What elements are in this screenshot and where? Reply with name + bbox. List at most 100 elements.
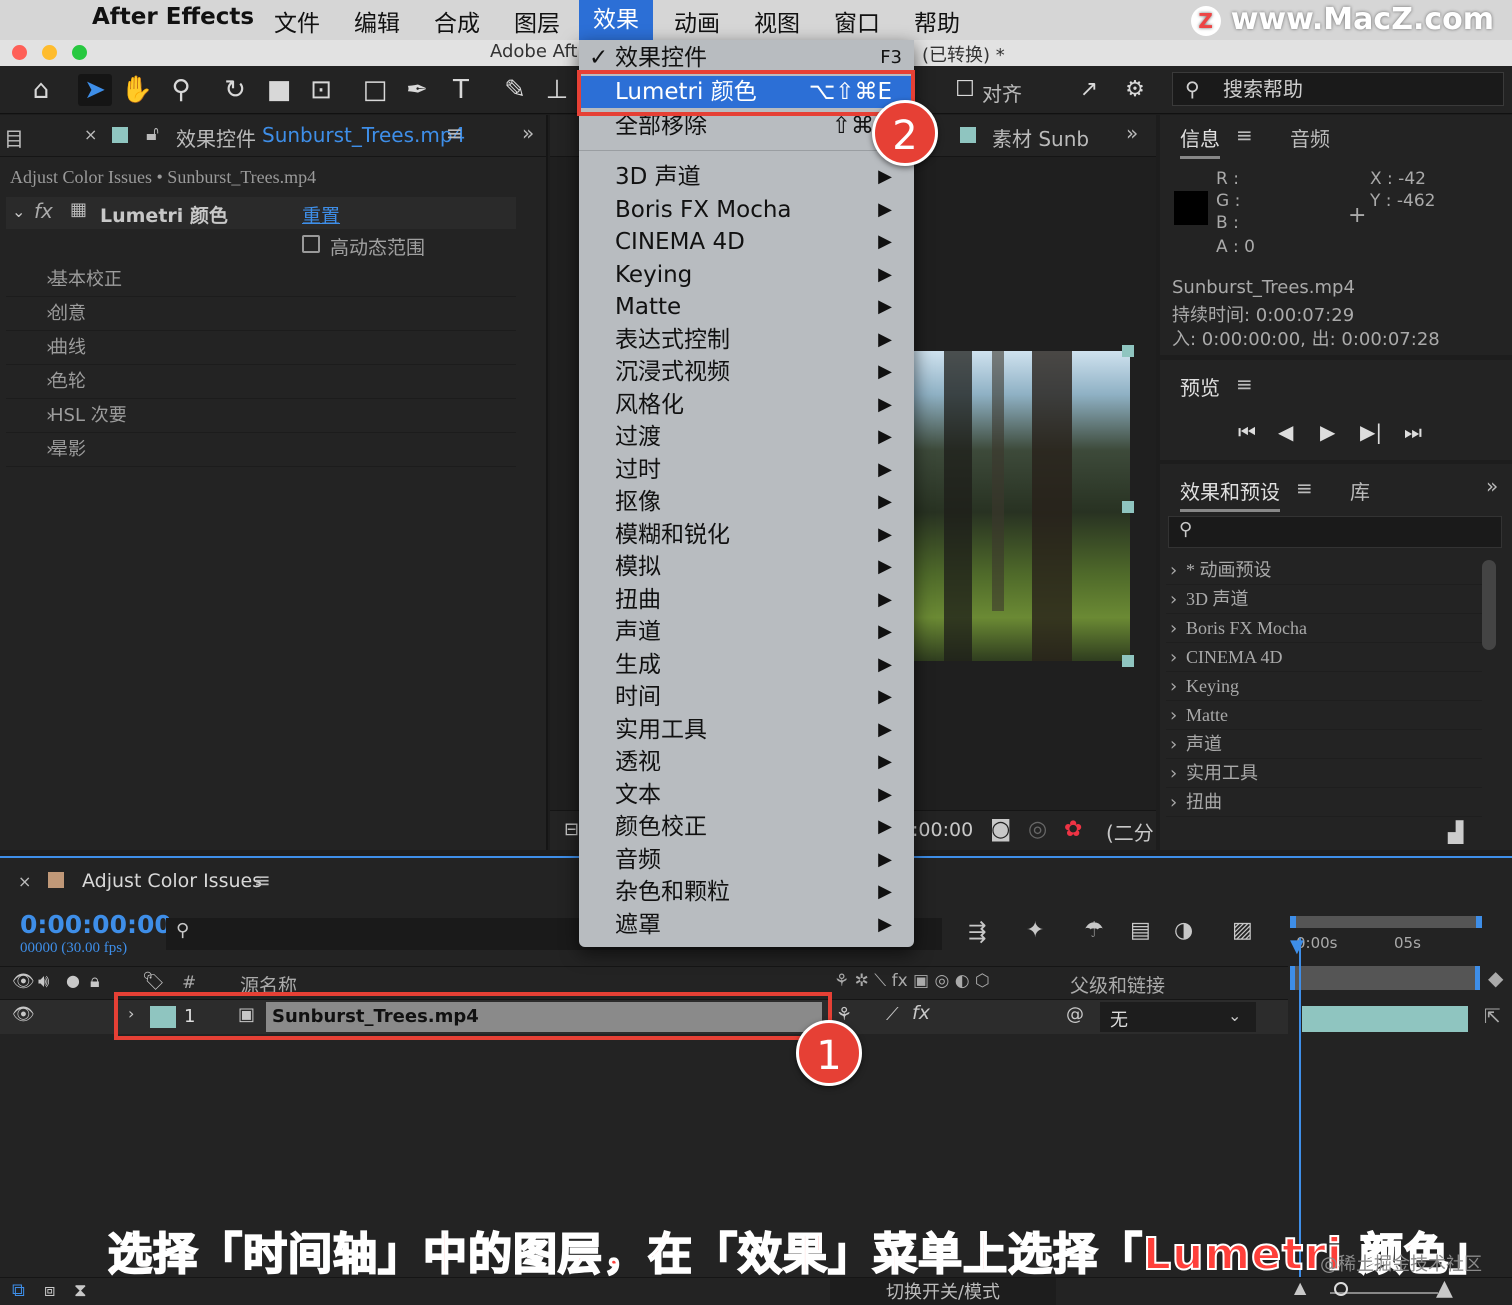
playhead-marker-icon[interactable]: ▼ (1290, 936, 1304, 957)
type-tool-icon[interactable]: T (444, 74, 478, 106)
library-tab[interactable]: 库 (1350, 476, 1370, 505)
motion-blur-icon[interactable]: ◑ (1174, 918, 1193, 943)
frame-blending-icon[interactable]: ▤ (1130, 918, 1151, 943)
preset-item[interactable]: › Keying (1166, 672, 1482, 701)
effects-scrollbar[interactable] (1482, 560, 1496, 650)
expand-chevron-icon[interactable]: › (1170, 701, 1177, 730)
hand-tool-icon[interactable]: ✋ (120, 74, 154, 106)
align-checkbox-icon[interactable]: ☐ (948, 74, 982, 106)
resolution-dropdown[interactable]: (二分 (1106, 817, 1154, 846)
panel-menu-icon[interactable]: 目 (4, 123, 24, 152)
search-help-field[interactable]: ⚲ 搜索帮助 (1172, 72, 1504, 106)
menu-category[interactable]: 过渡 ▶ (579, 421, 914, 453)
menu-category[interactable]: 透视 ▶ (579, 746, 914, 778)
tab-menu-icon[interactable]: ≡ (446, 121, 463, 145)
menu-category[interactable]: 3D 声道 ▶ (579, 161, 914, 193)
menu-category[interactable]: Matte ▶ (579, 291, 914, 323)
zoom-slider-handle[interactable] (1334, 1282, 1348, 1296)
pan-behind-tool-icon[interactable]: ⊡ (304, 74, 338, 106)
menu-category[interactable]: 杂色和颗粒 ▶ (579, 876, 914, 908)
menu-category[interactable]: 遮罩 ▶ (579, 909, 914, 941)
menu-category[interactable]: 扭曲 ▶ (579, 584, 914, 616)
menu-category[interactable]: 模糊和锐化 ▶ (579, 519, 914, 551)
lock-icon[interactable]: 🔓︎ (146, 121, 159, 145)
preset-item[interactable]: › 实用工具 (1166, 759, 1482, 788)
lock-toggle-icon[interactable]: 🔒︎ (90, 971, 100, 992)
close-tab-icon[interactable]: × (84, 125, 97, 144)
menu-category[interactable]: Keying ▶ (579, 259, 914, 291)
render-time-icon[interactable]: ⧗ (74, 1280, 87, 1301)
solo-toggle-icon[interactable]: ● (66, 971, 80, 990)
label-tag-icon[interactable]: 🏷︎ (142, 971, 165, 992)
video-toggle-icon[interactable]: 👁︎ (12, 971, 35, 992)
time-navigator[interactable] (1290, 966, 1480, 990)
show-snapshot-icon[interactable]: ◎ (1028, 817, 1047, 842)
menu-category[interactable]: 过时 ▶ (579, 454, 914, 486)
menu-window[interactable]: 窗口 (834, 4, 880, 38)
zoom-tool-icon[interactable]: ⚲ (164, 74, 198, 106)
close-window-button[interactable] (12, 45, 27, 60)
preview-menu-icon[interactable]: ≡ (1236, 372, 1253, 396)
close-tab-icon[interactable]: × (18, 872, 31, 891)
menu-animation[interactable]: 动画 (674, 4, 720, 38)
preset-item[interactable]: › * 动画预设 (1166, 556, 1482, 585)
menu-category[interactable]: 沉浸式视频 ▶ (579, 356, 914, 388)
collapse-chevron-icon[interactable]: ⌄ (12, 202, 25, 221)
comp-tab-menu-icon[interactable]: ≡ (254, 868, 271, 892)
parent-dropdown[interactable]: 无 ⌄ (1100, 1002, 1256, 1032)
expand-chevron-icon[interactable]: › (1170, 788, 1177, 817)
last-frame-icon[interactable]: ⏭ (1404, 420, 1422, 444)
rotate-tool-icon[interactable]: ↻ (218, 74, 252, 106)
snap-icon[interactable]: ↗ (1072, 74, 1106, 106)
pickwhip-icon[interactable]: @ (1066, 1004, 1084, 1025)
audio-tab[interactable]: 音频 (1290, 123, 1330, 152)
expand-chevron-icon[interactable]: › (46, 263, 53, 297)
fx-icon[interactable]: fx (34, 199, 53, 223)
graph-editor-icon[interactable]: ▨ (1232, 918, 1253, 943)
next-frame-icon[interactable]: ▶| (1360, 420, 1382, 444)
effects-presets-tab[interactable]: 效果和预设 (1180, 476, 1280, 512)
effects-search-input[interactable]: ⚲ (1168, 516, 1502, 548)
lumetri-section-curves[interactable]: › 曲线 (6, 331, 516, 365)
footage-tab-label[interactable]: 素材 Sunb (992, 123, 1089, 152)
comp-marker-bin-icon[interactable]: ◆ (1488, 966, 1503, 990)
lumetri-section-color-wheels[interactable]: › 色轮 (6, 365, 516, 399)
expand-chevron-icon[interactable]: › (46, 365, 53, 399)
selection-tool-icon[interactable]: ➤ (78, 74, 112, 106)
expand-chevron-icon[interactable]: › (1170, 614, 1177, 643)
previous-frame-icon[interactable]: ◀ (1278, 420, 1293, 444)
pen-tool-icon[interactable]: ✒ (400, 74, 434, 106)
zoom-window-button[interactable] (72, 45, 87, 60)
comp-button-icon[interactable]: ⇱ (1484, 1004, 1501, 1028)
expand-chevron-icon[interactable]: › (1170, 585, 1177, 614)
expand-chevron-icon[interactable]: › (46, 331, 53, 365)
comp-mini-flowchart-icon[interactable]: ⇶ (968, 920, 986, 945)
menu-category[interactable]: 音频 ▶ (579, 844, 914, 876)
menu-file[interactable]: 文件 (274, 4, 320, 38)
effect-controls-tab-label[interactable]: 效果控件 (176, 123, 256, 152)
preset-item[interactable]: › Matte (1166, 701, 1482, 730)
hdr-checkbox[interactable] (302, 235, 320, 253)
menu-category[interactable]: 时间 ▶ (579, 681, 914, 713)
viewer-timecode[interactable]: :00:00 (912, 819, 973, 841)
work-area-bar[interactable] (1290, 916, 1482, 928)
menu-category[interactable]: 模拟 ▶ (579, 551, 914, 583)
info-tab[interactable]: 信息 (1180, 123, 1220, 159)
draft-3d-icon[interactable]: ✦ (1026, 918, 1044, 943)
transform-handle[interactable] (1122, 501, 1134, 513)
menu-category[interactable]: CINEMA 4D ▶ (579, 226, 914, 258)
lumetri-section-basic[interactable]: › 基本校正 (6, 263, 516, 297)
expand-chevron-icon[interactable]: › (1170, 730, 1177, 759)
menu-category[interactable]: 实用工具 ▶ (579, 714, 914, 746)
toggle-switches-modes-button[interactable]: 切换开关/模式 (830, 1278, 1056, 1305)
reset-link[interactable]: 重置 (302, 201, 340, 228)
menu-category[interactable]: 表达式控制 ▶ (579, 324, 914, 356)
panel-overflow-icon[interactable]: » (1126, 121, 1138, 145)
expand-chevron-icon[interactable]: › (1170, 643, 1177, 672)
viewer-options-icon[interactable]: ⊟ (564, 819, 579, 840)
panel-overflow-icon[interactable]: » (522, 121, 534, 145)
minimize-window-button[interactable] (42, 45, 57, 60)
current-timecode[interactable]: 0:00:00:00 (20, 910, 172, 939)
app-name-menu[interactable]: After Effects (92, 4, 254, 30)
transform-handle[interactable] (1122, 655, 1134, 667)
